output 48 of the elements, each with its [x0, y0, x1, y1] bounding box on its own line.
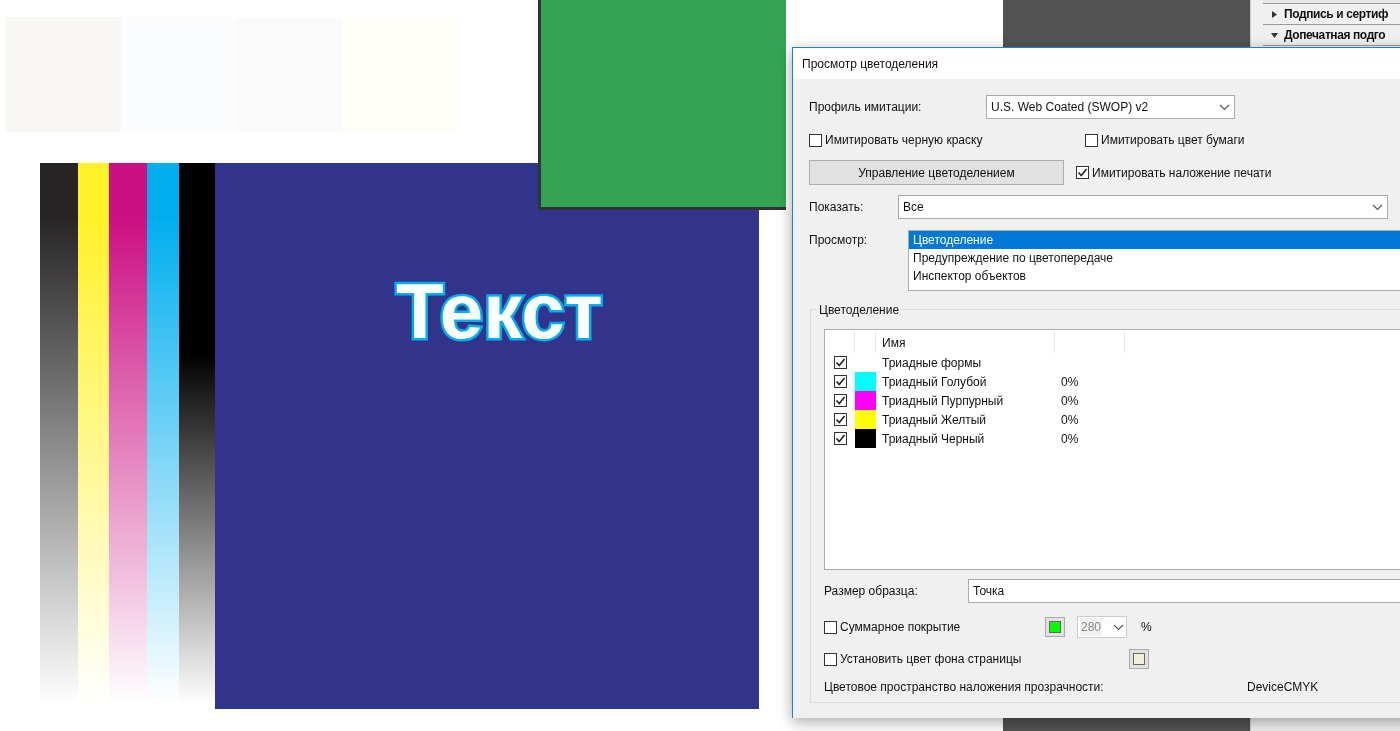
checkbox-label: Имитировать цвет бумаги — [1101, 132, 1245, 149]
table-cell-text: Триадный Пурпурный — [881, 392, 1005, 410]
table-cell-text: Триадный Голубой — [881, 373, 988, 391]
checkbox[interactable] — [833, 394, 847, 407]
list-item[interactable]: Цветоделение — [909, 231, 1400, 249]
sample-size-dropdown[interactable]: Точка — [968, 579, 1400, 603]
field-label: Размер образца: — [824, 583, 919, 600]
manage-separations-button[interactable]: Управление цветоделением — [809, 160, 1064, 185]
field-value: DeviceCMYK — [1247, 679, 1319, 696]
field-label: Профиль имитации: — [809, 99, 923, 116]
field-label: Показать: — [809, 199, 865, 216]
checkbox[interactable] — [824, 652, 837, 666]
field-label: Просмотр: — [809, 232, 869, 249]
table-cell-text: Триадный Желтый — [881, 411, 988, 429]
checkbox-label: Установить цвет фона страницы — [840, 651, 1022, 668]
checkbox[interactable] — [833, 413, 847, 426]
column-header[interactable]: Имя — [876, 332, 1055, 353]
table-cell-text: 0% — [1060, 430, 1079, 448]
checkbox[interactable] — [1076, 166, 1089, 179]
list-item[interactable]: Инспектор объектов — [909, 267, 1400, 285]
table-cell-text: Триадный Черный — [881, 430, 986, 448]
table-cell-text: 0% — [1060, 411, 1079, 429]
checkbox-label: Имитировать наложение печати — [1092, 164, 1272, 182]
artwork-text: Текст — [396, 272, 603, 350]
percent-label: % — [1141, 619, 1152, 636]
checkbox[interactable] — [833, 432, 847, 445]
checkbox[interactable] — [824, 620, 837, 634]
color-picker-button[interactable] — [1129, 649, 1149, 669]
window-title: Просмотр цветоделения — [802, 55, 939, 73]
chevron-down-icon — [1372, 203, 1383, 211]
table-cell-text: Триадные формы — [881, 354, 983, 372]
checkbox[interactable] — [809, 133, 822, 147]
panel-section-header[interactable]: Подпись и сертиф — [1263, 4, 1400, 25]
show-dropdown[interactable]: Все — [898, 195, 1388, 219]
list-item[interactable]: Предупреждение по цветопередаче — [909, 249, 1400, 267]
checkbox[interactable] — [1085, 133, 1098, 147]
color-picker-button[interactable] — [1045, 617, 1065, 637]
checkbox-label: Суммарное покрытие — [840, 619, 961, 636]
table-cell-text: 0% — [1060, 392, 1079, 410]
panel-section-header[interactable]: Допечатная подго — [1263, 25, 1400, 46]
profile-dropdown[interactable]: U.S. Web Coated (SWOP) v2 — [986, 95, 1235, 119]
checkbox[interactable] — [833, 356, 847, 369]
chevron-down-icon — [1219, 103, 1230, 111]
field-label: Цветовое пространство наложения прозрачности: — [824, 679, 1105, 696]
table-cell-text: 0% — [1060, 373, 1079, 391]
chevron-down-icon — [1113, 623, 1124, 631]
checkbox[interactable] — [833, 375, 847, 388]
checkbox-label: Имитировать черную краску — [825, 132, 983, 149]
